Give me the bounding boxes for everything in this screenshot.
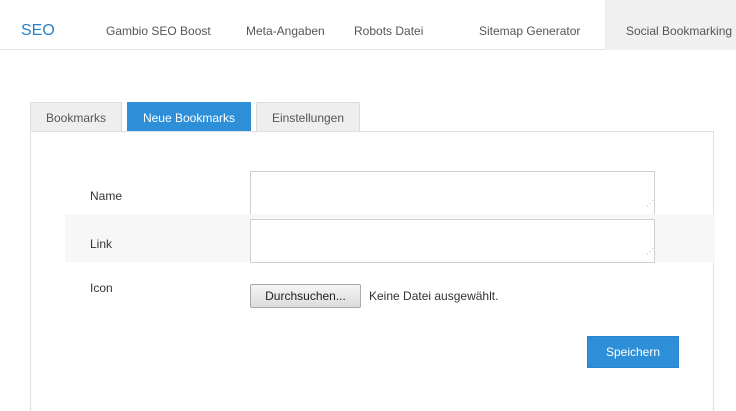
file-status-text: Keine Datei ausgewählt. [369,289,499,303]
top-navigation: SEO Gambio SEO Boost Meta-Angaben Robots… [0,0,736,50]
nav-brand-seo[interactable]: SEO [21,0,55,50]
nav-item-sitemap-generator[interactable]: Sitemap Generator [479,0,580,50]
resize-grip-icon[interactable]: ⋰ [646,248,713,261]
save-button[interactable]: Speichern [587,336,679,368]
nav-item-meta-angaben[interactable]: Meta-Angaben [246,0,325,50]
nav-item-gambio-seo-boost[interactable]: Gambio SEO Boost [106,0,211,50]
nav-item-robots-datei[interactable]: Robots Datei [354,0,423,50]
name-field[interactable] [250,171,655,215]
form-row-icon: Icon Durchsuchen... Keine Datei ausgewäh… [65,262,715,312]
form-row-link: Link ⋰ [65,214,715,263]
nav-item-social-bookmarking[interactable]: Social Bookmarking [605,0,736,50]
tab-neue-bookmarks[interactable]: Neue Bookmarks [127,102,251,132]
bookmark-form-panel: Name ⋰ Link ⋰ Icon Durchsuchen... Keine … [30,131,715,411]
form-row-name: Name ⋰ [65,166,715,215]
icon-label: Icon [90,281,113,295]
tab-bookmarks[interactable]: Bookmarks [30,102,122,132]
file-browse-button[interactable]: Durchsuchen... [250,284,361,308]
tab-einstellungen[interactable]: Einstellungen [256,102,360,132]
link-field[interactable] [250,219,655,263]
resize-grip-icon[interactable]: ⋰ [646,200,713,213]
